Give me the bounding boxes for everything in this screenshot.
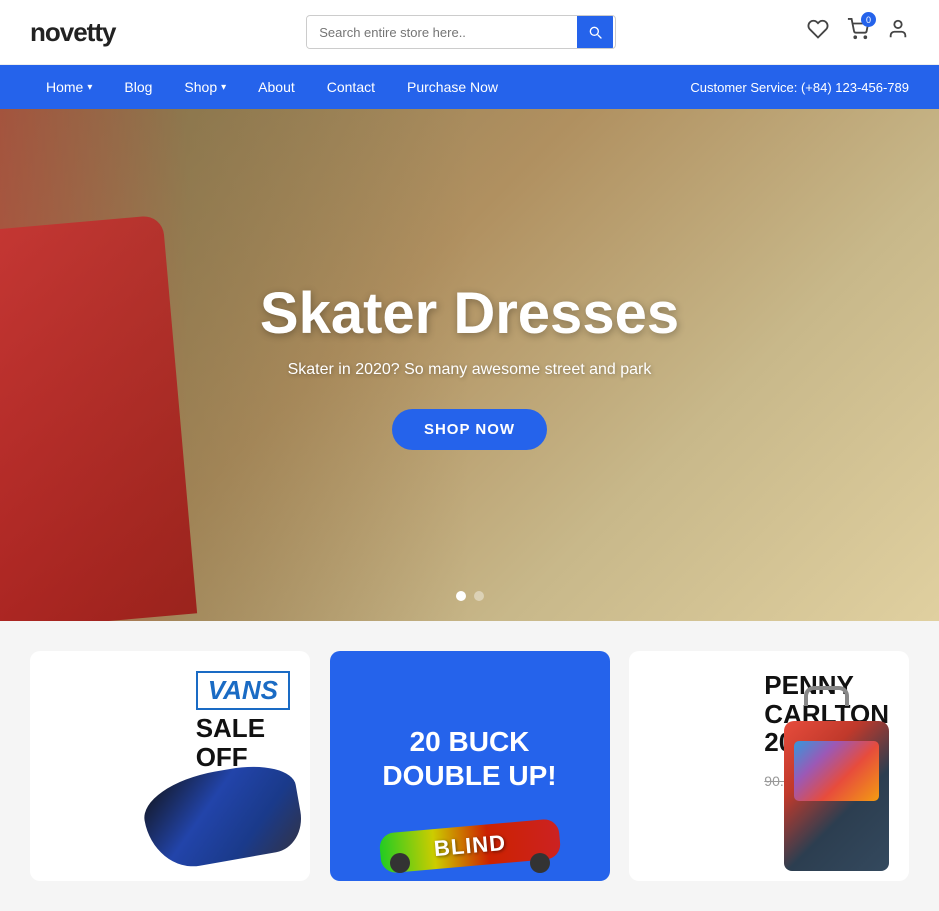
wishlist-button[interactable] — [807, 18, 829, 46]
home-chevron-icon: ▾ — [87, 82, 92, 93]
card-penny[interactable]: PENNY CARLTON 2020 90.0$ 50.0$ — [629, 651, 909, 881]
shop-chevron-icon: ▾ — [221, 82, 226, 93]
cart-count: 0 — [861, 12, 876, 27]
skateboard-title: 20 BUCK DOUBLE UP! — [382, 725, 556, 792]
search-button[interactable] — [577, 16, 613, 48]
nav-contact[interactable]: Contact — [311, 67, 391, 107]
hero-title: Skater Dresses — [260, 280, 679, 347]
vans-shoe-image — [140, 751, 300, 871]
card-vans[interactable]: VANS SALE OFF 50% — [30, 651, 310, 881]
customer-service-phone: (+84) 123-456-789 — [801, 80, 909, 95]
nav-left: Home ▾ Blog Shop ▾ About Contact Purchas… — [30, 67, 514, 107]
hero-bag-decoration — [0, 215, 197, 621]
customer-service-label: Customer Service: — [690, 80, 797, 95]
nav-purchase-now[interactable]: Purchase Now — [391, 67, 514, 107]
slider-dot-1[interactable] — [456, 591, 466, 601]
search-bar — [306, 15, 616, 49]
nav-home[interactable]: Home ▾ — [30, 67, 108, 107]
slider-dots — [456, 591, 484, 601]
shop-now-button[interactable]: SHOP NOW — [392, 409, 547, 450]
wheel-right — [530, 853, 550, 873]
heart-icon — [807, 18, 829, 40]
bag-body — [784, 721, 889, 871]
bag-handle — [804, 686, 849, 706]
hero-subtitle: Skater in 2020? So many awesome street a… — [260, 361, 679, 379]
cart-button[interactable]: 0 — [847, 18, 869, 46]
nav-shop[interactable]: Shop ▾ — [168, 67, 242, 107]
penny-bag-image — [774, 701, 894, 871]
product-cards-section: VANS SALE OFF 50% 20 BUCK DOUBLE UP! BLI… — [0, 621, 939, 911]
logo: novetty — [30, 17, 115, 48]
card-skateboard[interactable]: 20 BUCK DOUBLE UP! BLIND — [330, 651, 610, 881]
header-icons: 0 — [807, 18, 909, 46]
account-icon — [887, 18, 909, 40]
account-button[interactable] — [887, 18, 909, 46]
hero-content: Skater Dresses Skater in 2020? So many a… — [260, 280, 679, 450]
skateboard-content: 20 BUCK DOUBLE UP! — [382, 725, 556, 807]
slider-dot-2[interactable] — [474, 591, 484, 601]
search-input[interactable] — [307, 17, 577, 48]
customer-service: Customer Service: (+84) 123-456-789 — [690, 80, 909, 95]
navbar: Home ▾ Blog Shop ▾ About Contact Purchas… — [0, 65, 939, 109]
hero-slider: Skater Dresses Skater in 2020? So many a… — [0, 109, 939, 621]
nav-about[interactable]: About — [242, 67, 311, 107]
search-icon — [587, 24, 603, 40]
header: novetty 0 — [0, 0, 939, 65]
vans-brand-logo: VANS — [196, 671, 290, 710]
wheel-left — [390, 853, 410, 873]
bag-color-block — [794, 741, 879, 801]
nav-blog[interactable]: Blog — [108, 67, 168, 107]
